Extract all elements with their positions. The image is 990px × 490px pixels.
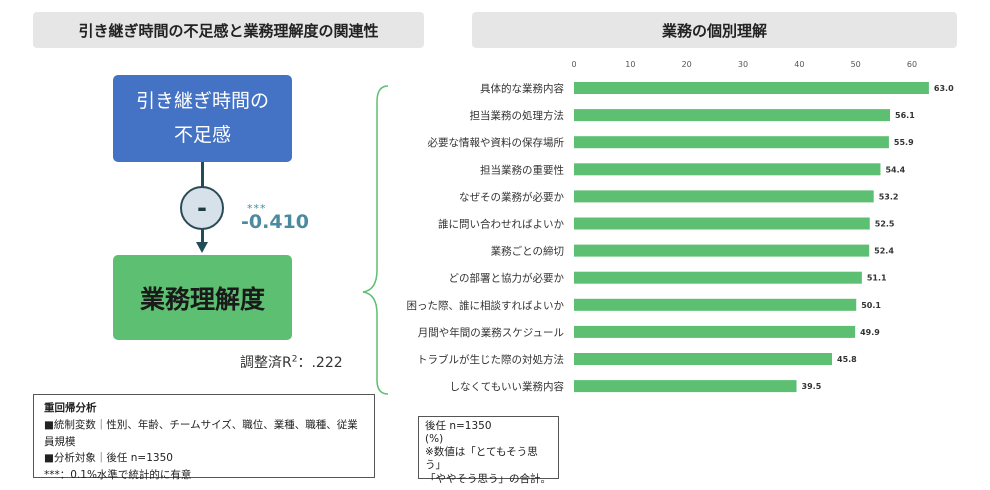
category-label-11: しなくてもいい業務内容 <box>450 380 565 393</box>
bar-10 <box>574 353 833 365</box>
x-tick-label-3: 30 <box>738 60 748 69</box>
x-tick-label-5: 50 <box>851 60 861 69</box>
value-label-8: 50.1 <box>861 301 881 310</box>
x-tick-label-1: 10 <box>625 60 635 69</box>
x-tick-label-4: 40 <box>794 60 804 69</box>
bar-0 <box>574 82 929 94</box>
bar-2 <box>574 136 889 149</box>
bar-3 <box>574 163 881 176</box>
value-label-5: 52.5 <box>875 220 895 229</box>
bar-chart: 0 10 20 30 40 50 60 具体的な業務内容 63.0 担当業務の処理方法 56.1 必… <box>407 60 955 393</box>
category-label-0: 具体的な業務内容 <box>480 82 564 95</box>
value-label-3: 54.4 <box>885 165 905 174</box>
value-label-6: 52.4 <box>874 247 894 256</box>
bar-1 <box>574 109 891 122</box>
category-label-10: トラブルが生じた際の対処方法 <box>417 353 564 366</box>
bar-11 <box>574 380 797 393</box>
x-axis-ticks: 0 10 20 30 40 50 60 <box>571 60 917 69</box>
value-label-4: 53.2 <box>879 192 899 201</box>
bar-4 <box>574 190 874 203</box>
bar-7 <box>574 271 862 284</box>
category-label-7: どの部署と協力が必要か <box>449 272 565 285</box>
category-label-6: 業務ごとの締切 <box>491 245 564 258</box>
bar-8 <box>574 298 857 311</box>
value-label-2: 55.9 <box>894 138 914 147</box>
bar-9 <box>574 325 856 338</box>
category-label-2: 必要な情報や資料の保存場所 <box>428 136 565 149</box>
bar-5 <box>574 217 870 230</box>
category-label-8: 困った際、誰に相談すればよいか <box>407 299 565 312</box>
category-label-4: なぜその業務が必要か <box>459 190 564 203</box>
value-label-10: 45.8 <box>837 355 857 364</box>
value-label-9: 49.9 <box>860 328 880 337</box>
value-label-0: 63.0 <box>934 84 954 93</box>
category-label-3: 担当業務の重要性 <box>480 163 564 176</box>
value-label-1: 56.1 <box>895 111 915 120</box>
x-tick-label-0: 0 <box>571 60 576 69</box>
category-label-1: 担当業務の処理方法 <box>470 109 565 122</box>
category-label-9: 月間や年間の業務スケジュール <box>418 326 564 339</box>
category-label-5: 誰に問い合わせればよいか <box>438 218 564 231</box>
bar-6 <box>574 244 870 257</box>
bar-series: 具体的な業務内容 63.0 担当業務の処理方法 56.1 必要な情報や資料の保存場所 55… <box>407 82 954 393</box>
x-tick-label-2: 20 <box>682 60 692 69</box>
x-tick-label-6: 60 <box>907 60 917 69</box>
value-label-7: 51.1 <box>867 274 887 283</box>
value-label-11: 39.5 <box>802 382 822 391</box>
